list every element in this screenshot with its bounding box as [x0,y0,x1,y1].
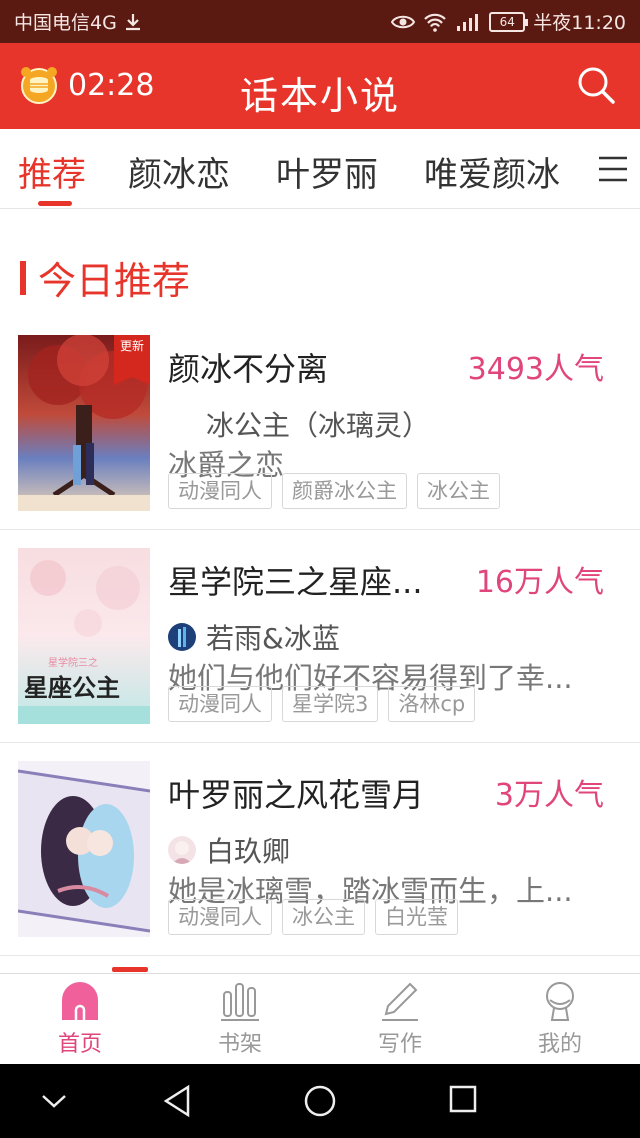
book-item[interactable]: 更新 颜冰不分离 3493人气 冰公主（冰璃灵） 冰爵之恋 动漫同人 颜爵冰公主… [0,318,640,530]
book-title[interactable]: 颜冰不分离 [168,344,448,390]
book-item[interactable]: 星学院三之 星座公主 星学院三之星座... 16万人气 若雨&冰蓝 她们与他们好… [0,531,640,743]
author-label: 冰公主（冰璃灵） [206,409,431,442]
tag[interactable]: 星学院3 [282,686,379,722]
nav-label: 书架 [217,1032,262,1057]
profile-icon [546,982,574,1021]
system-nav-bar [0,1064,640,1138]
tab-recommend[interactable]: 推荐 [18,147,86,196]
nav-bookshelf[interactable]: 书架 [190,980,290,1058]
battery-icon: 64 [489,11,529,32]
tag[interactable]: 冰公主 [417,473,500,509]
avatar [168,836,196,864]
tag[interactable]: 动漫同人 [168,899,272,935]
tab-yeluoli[interactable]: 叶罗丽 [276,147,378,196]
tag[interactable]: 动漫同人 [168,686,272,722]
popularity-count: 3493人气 [467,352,604,387]
active-tab-indicator [38,201,72,206]
tag[interactable]: 冰公主 [282,899,365,935]
tab-weiaiyanbing[interactable]: 唯爱颜冰 [424,147,560,196]
next-item-marker [112,967,148,972]
wifi-icon [423,12,447,32]
author-label: 白玖卿 [206,835,291,868]
book-item[interactable]: 叶罗丽之风花雪月 3万人气 白玖卿 她是冰璃雪，踏冰雪而生，上... 动漫同人 … [0,744,640,956]
category-tabs: 推荐 颜冰恋 叶罗丽 唯爱颜冰 [0,129,640,209]
bottom-nav: 首页 书架 写作 我的 [0,973,640,1064]
nav-label: 首页 [57,1032,102,1057]
home-button-icon[interactable] [303,1084,337,1118]
svg-text:星学院三之: 星学院三之 [48,656,98,669]
recent-apps-icon[interactable] [448,1084,478,1114]
author-name[interactable]: 白玖卿 [168,830,290,870]
author-name[interactable]: 冰公主（冰璃灵） [206,404,430,444]
carrier-label: 中国电信4G [14,12,117,34]
download-icon [123,12,143,32]
book-cover[interactable]: 更新 [18,335,150,511]
tag-list: 动漫同人 冰公主 白光莹 [168,899,458,935]
nav-profile[interactable]: 我的 [510,980,610,1058]
tag[interactable]: 白光莹 [375,899,458,935]
nav-label: 我的 [537,1032,582,1057]
section-marker [20,260,26,295]
tag-list: 动漫同人 颜爵冰公主 冰公主 [168,473,500,509]
avatar [168,623,196,651]
tab-yanbinglian[interactable]: 颜冰恋 [128,147,230,196]
update-badge: 更新 [114,335,150,385]
popularity-count: 3万人气 [494,778,604,813]
section-header: 今日推荐 [20,250,190,305]
home-icon [62,982,98,1020]
back-icon[interactable] [162,1084,192,1118]
popularity-count: 16万人气 [475,565,604,600]
svg-text:星座公主: 星座公主 [24,674,120,702]
nav-home[interactable]: 首页 [30,980,130,1058]
book-title[interactable]: 叶罗丽之风花雪月 [168,770,448,816]
eye-icon [391,13,416,31]
book-title[interactable]: 星学院三之星座... [168,557,448,603]
status-bar: 中国电信4G 64 半夜11:20 [0,0,640,43]
tag-list: 动漫同人 星学院3 洛林cp [168,686,476,722]
nav-write[interactable]: 写作 [350,980,450,1058]
chevron-down-icon[interactable] [40,1092,68,1110]
author-name[interactable]: 若雨&冰蓝 [168,617,340,657]
search-icon[interactable] [576,65,616,105]
app-title: 话本小说 [239,74,400,118]
clock-label: 半夜11:20 [533,12,626,34]
pen-icon [382,982,418,1021]
bookshelf-icon [221,983,259,1021]
tag[interactable]: 动漫同人 [168,473,272,509]
app-header: 02:28 话本小说 [0,43,640,129]
signal-icon [455,12,481,32]
nav-label: 写作 [377,1032,422,1057]
section-title: 今日推荐 [38,259,191,303]
book-cover[interactable] [18,761,150,937]
tag[interactable]: 洛林cp [388,686,476,722]
author-label: 若雨&冰蓝 [206,622,340,655]
tag[interactable]: 颜爵冰公主 [282,473,407,509]
menu-icon[interactable] [598,155,628,183]
book-cover[interactable]: 星学院三之 星座公主 [18,548,150,724]
